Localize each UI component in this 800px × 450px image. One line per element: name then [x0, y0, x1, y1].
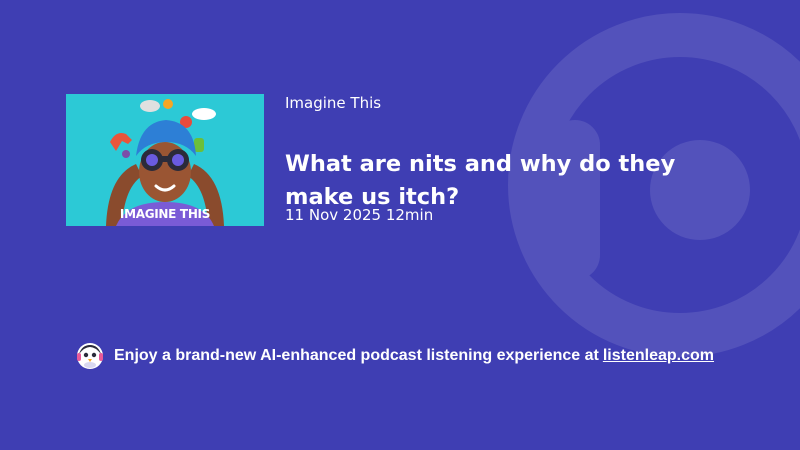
listenleap-link[interactable]: listenleap.com	[603, 347, 714, 365]
episode-meta: 11 Nov 2025 12min	[285, 206, 434, 224]
background-logo-icon	[508, 13, 800, 357]
promo-banner: Enjoy a brand-new AI-enhanced podcast li…	[76, 342, 714, 370]
penguin-logo-icon	[77, 343, 103, 369]
promo-text: Enjoy a brand-new AI-enhanced podcast li…	[114, 347, 599, 364]
podcast-show-name[interactable]: Imagine This	[285, 94, 381, 112]
episode-title[interactable]: What are nits and why do they make us it…	[285, 148, 735, 214]
cover-title: IMAGINE THIS	[119, 207, 211, 221]
podcast-cover-art[interactable]: IMAGINE THIS	[66, 94, 264, 226]
